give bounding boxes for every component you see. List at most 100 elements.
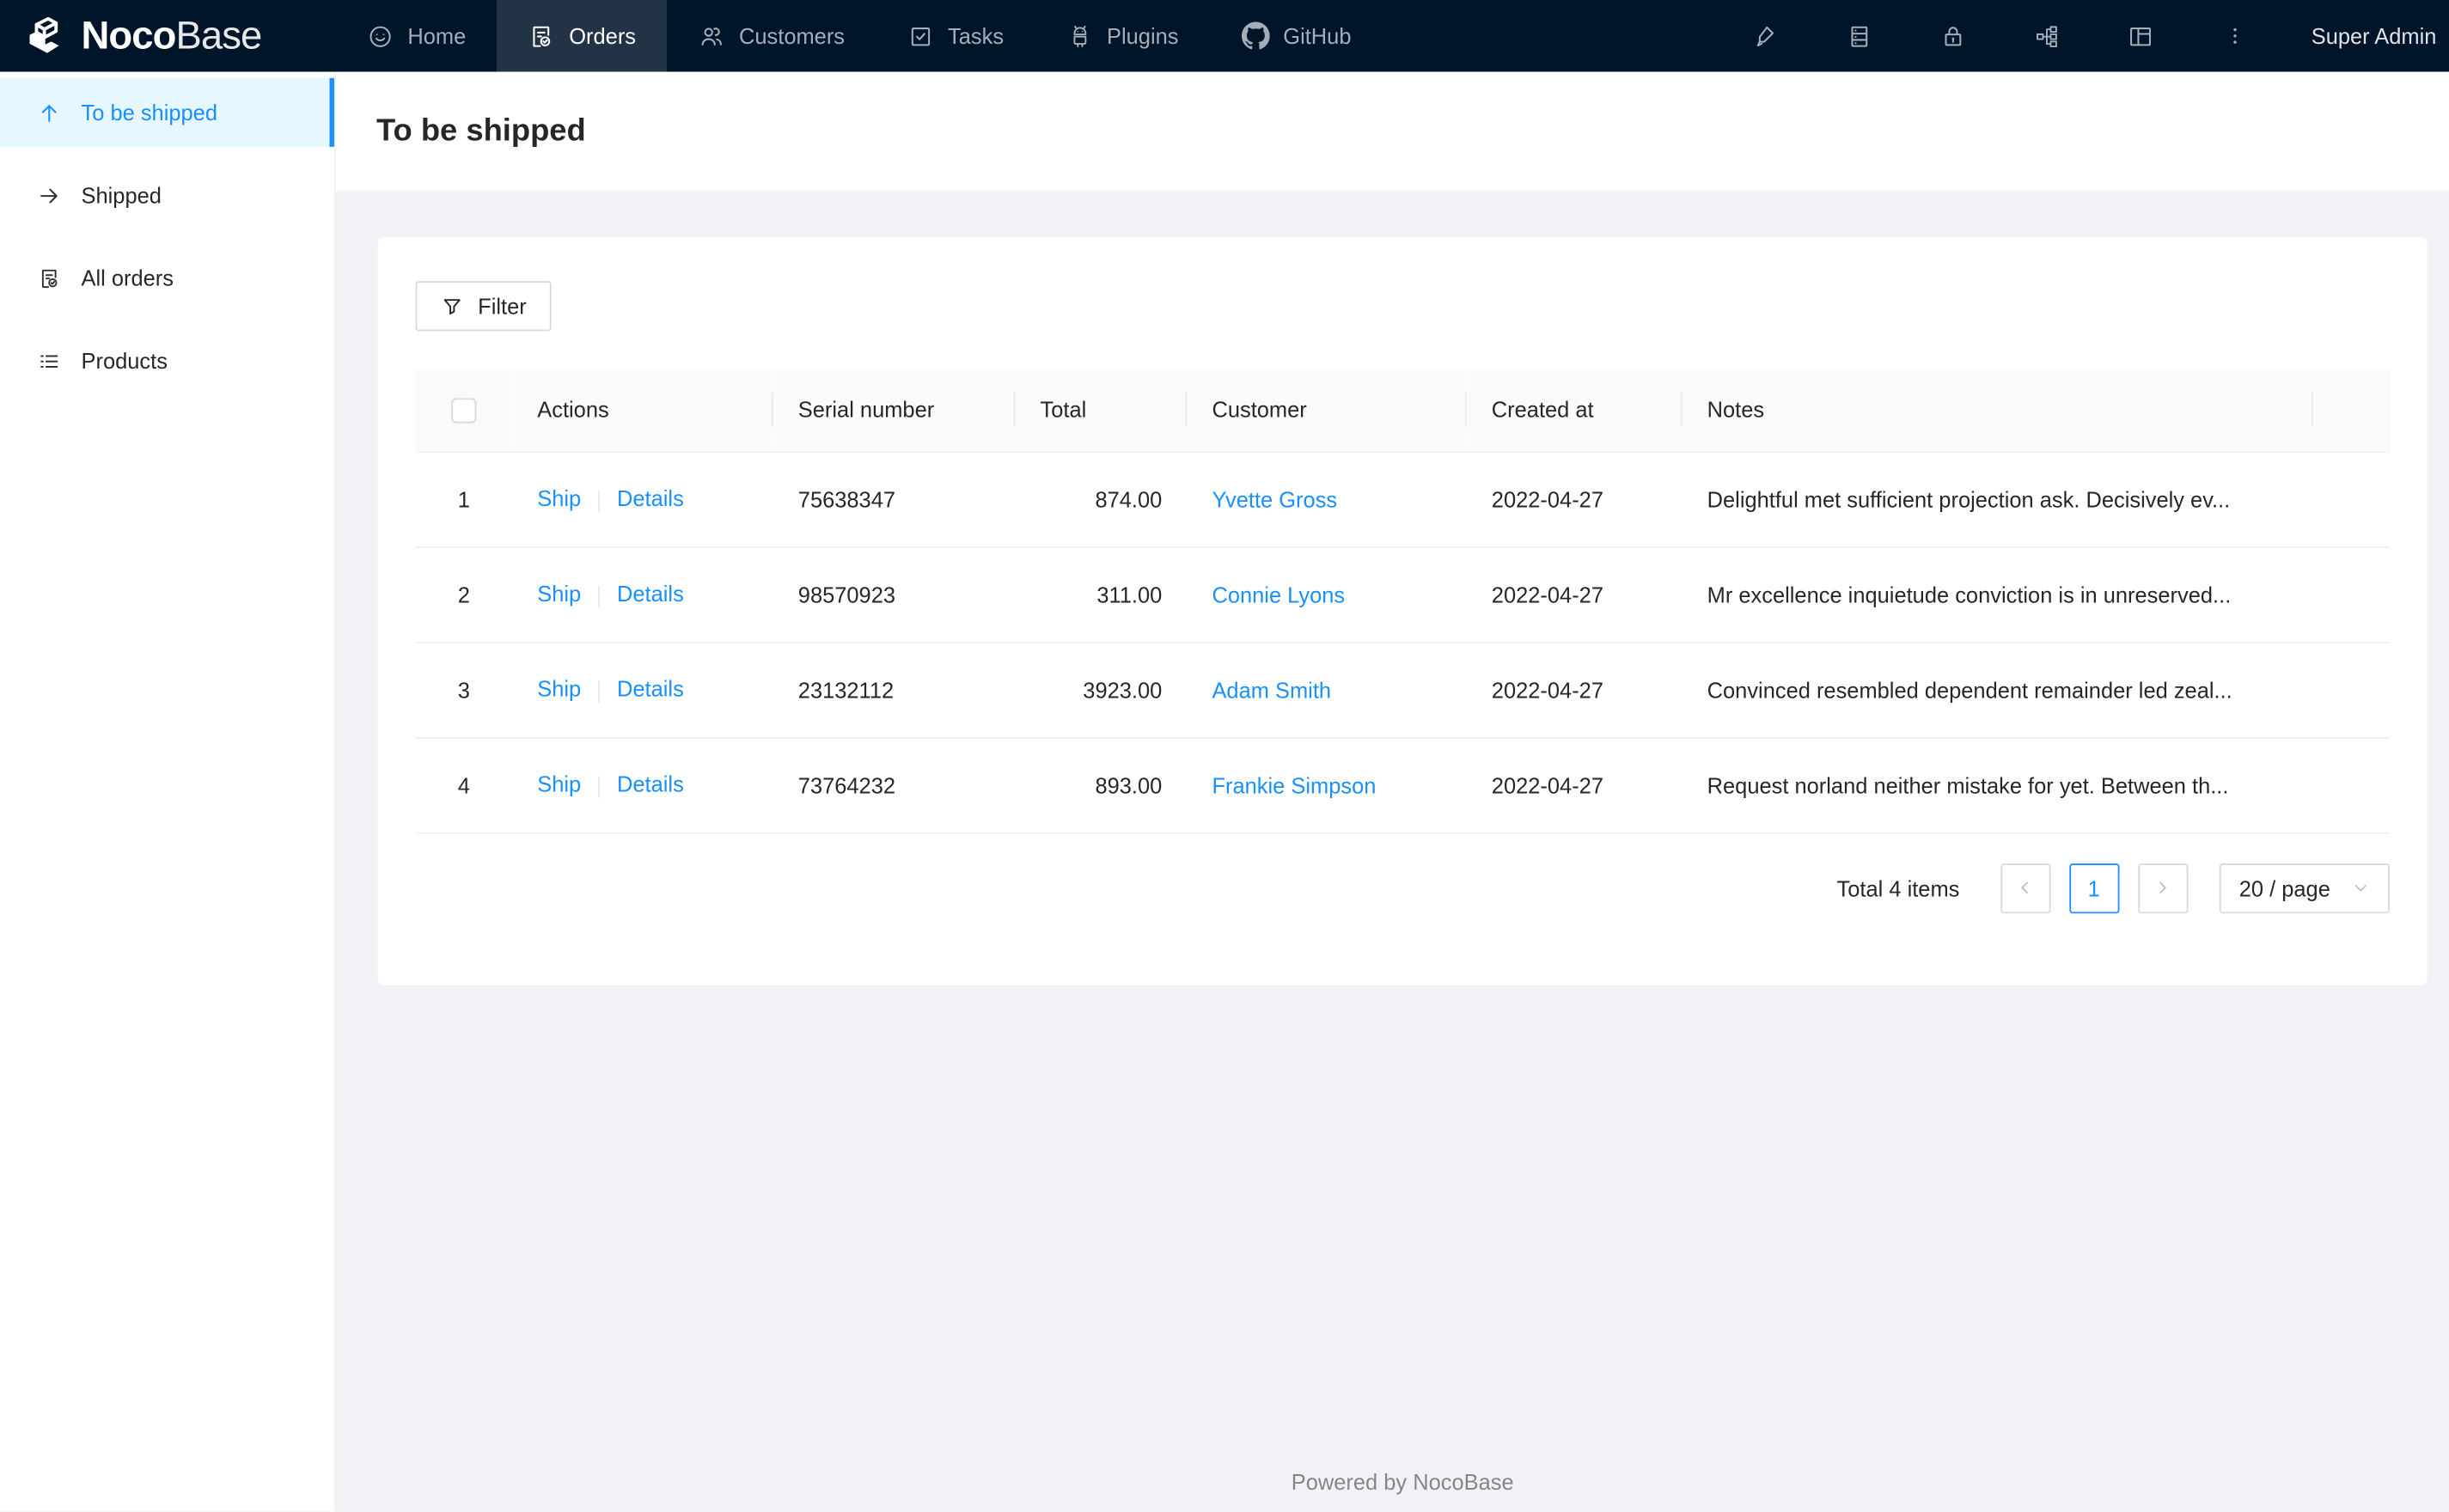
more-menu-button[interactable] <box>2203 0 2266 72</box>
ship-link[interactable]: Ship <box>537 486 581 511</box>
pagination-next-button[interactable] <box>2137 863 2188 913</box>
highlight-icon <box>1753 22 1780 49</box>
total-cell: 311.00 <box>1015 546 1188 643</box>
spacer-cell <box>2312 642 2390 738</box>
customer-cell: Connie Lyons <box>1187 546 1467 643</box>
total-cell: 874.00 <box>1015 451 1188 548</box>
row-index: 1 <box>415 451 513 548</box>
created-at-cell: 2022-04-27 <box>1466 642 1683 738</box>
row-actions: Ship Details <box>512 451 773 548</box>
customer-cell: Adam Smith <box>1187 642 1467 738</box>
details-link[interactable]: Details <box>617 486 684 511</box>
smile-icon <box>367 22 394 49</box>
nav-right-actions: Super Admin <box>1704 0 2449 72</box>
top-nav: NocoBase Home Orders Customers Tasks Plu… <box>0 0 2449 72</box>
customer-link[interactable]: Yvette Gross <box>1212 486 1337 511</box>
sidebar-item-to-be-shipped[interactable]: To be shipped <box>0 77 334 147</box>
nav-item-plugins[interactable]: Plugins <box>1035 0 1209 72</box>
permissions-button[interactable] <box>1922 0 1985 72</box>
nav-item-home[interactable]: Home <box>336 0 498 72</box>
robot-icon <box>1066 22 1093 49</box>
sidebar-item-products[interactable]: Products <box>0 326 334 395</box>
column-header-spacer <box>2312 368 2390 453</box>
action-divider <box>598 680 601 703</box>
total-cell: 3923.00 <box>1015 642 1188 738</box>
nav-item-tasks[interactable]: Tasks <box>876 0 1035 72</box>
sidebar-item-all-orders[interactable]: All orders <box>0 244 334 313</box>
pagination-total: Total 4 items <box>1836 875 1960 900</box>
sidebar: To be shipped Shipped All orders Product… <box>0 71 336 1512</box>
column-header-customer: Customer <box>1187 368 1467 453</box>
nav-item-orders[interactable]: Orders <box>497 0 668 72</box>
ellipsis-vertical-icon <box>2222 23 2247 48</box>
powered-by-footer: Powered by NocoBase <box>1291 1469 1514 1495</box>
action-divider <box>598 584 601 607</box>
check-square-icon <box>907 22 934 49</box>
row-actions: Ship Details <box>512 642 773 738</box>
row-index: 3 <box>415 642 513 738</box>
table-row: 3 Ship Details 23132112 3923.00 Adam Smit… <box>415 642 2390 738</box>
details-link[interactable]: Details <box>617 772 684 797</box>
table-row: 1 Ship Details 75638347 874.00 Yvette Gro… <box>415 451 2390 548</box>
nav-item-label: Orders <box>569 23 637 49</box>
frame: To be shipped Shipped All orders Product… <box>0 71 2449 1512</box>
details-link[interactable]: Details <box>617 677 684 702</box>
filter-button[interactable]: Filter <box>415 281 552 332</box>
nav-item-github[interactable]: GitHub <box>1210 0 1383 72</box>
nav-item-customers[interactable]: Customers <box>667 0 876 72</box>
user-menu[interactable]: Super Admin <box>2312 23 2437 48</box>
notes-cell: Delightful met sufficient projection ask… <box>1682 451 2313 548</box>
select-all-checkbox[interactable] <box>451 398 477 424</box>
table-row: 4 Ship Details 73764232 893.00 Frankie Si… <box>415 736 2390 833</box>
arrow-up-icon <box>38 101 61 124</box>
logo-text: NocoBase <box>81 13 263 58</box>
ui-editor-button[interactable] <box>1735 0 1798 72</box>
column-header-total: Total <box>1015 368 1188 453</box>
nav-item-label: GitHub <box>1283 23 1352 49</box>
collections-button[interactable] <box>1829 0 1891 72</box>
table-row: 2 Ship Details 98570923 311.00 Connie Lyo… <box>415 546 2390 643</box>
customer-link[interactable]: Connie Lyons <box>1212 582 1345 607</box>
main-area: To be shipped Filter Actions Serial numb… <box>335 71 2449 1512</box>
nav-item-label: Home <box>407 23 467 49</box>
ship-link[interactable]: Ship <box>537 772 581 797</box>
customer-cell: Frankie Simpson <box>1187 736 1467 833</box>
pagination-page-1[interactable]: 1 <box>2068 863 2119 913</box>
action-divider <box>598 775 601 798</box>
sidebar-item-label: To be shipped <box>81 100 217 125</box>
page-size-select[interactable]: 20 / page <box>2219 863 2390 913</box>
sidebar-item-label: All orders <box>81 265 174 291</box>
pagination: Total 4 items 1 20 / page <box>415 863 2390 913</box>
row-index: 4 <box>415 736 513 833</box>
file-done-icon <box>528 22 555 49</box>
notes-cell: Request norland neither mistake for yet.… <box>1682 736 2313 833</box>
filter-button-label: Filter <box>478 293 527 319</box>
column-header-created-at: Created at <box>1466 368 1683 453</box>
created-at-cell: 2022-04-27 <box>1466 451 1683 548</box>
orders-table-card: Filter Actions Serial number Total Custo… <box>377 237 2428 985</box>
layout-icon <box>2128 22 2154 49</box>
table-header-row: Actions Serial number Total Customer Cre… <box>415 368 2390 453</box>
github-icon <box>1241 21 1269 50</box>
partition-icon <box>2034 22 2061 49</box>
list-icon <box>38 349 61 372</box>
sidebar-item-label: Products <box>81 348 168 374</box>
nav-item-label: Customers <box>739 23 846 49</box>
page-content: Filter Actions Serial number Total Custo… <box>336 191 2449 1512</box>
sidebar-item-shipped[interactable]: Shipped <box>0 161 334 229</box>
workflow-button[interactable] <box>2016 0 2079 72</box>
total-cell: 893.00 <box>1015 736 1188 833</box>
customer-link[interactable]: Frankie Simpson <box>1212 772 1376 797</box>
block-templates-button[interactable] <box>2110 0 2172 72</box>
ship-link[interactable]: Ship <box>537 677 581 702</box>
table-toolbar: Filter <box>415 281 2389 332</box>
created-at-cell: 2022-04-27 <box>1466 736 1683 833</box>
ship-link[interactable]: Ship <box>537 582 581 607</box>
details-link[interactable]: Details <box>617 582 684 607</box>
nocobase-logo[interactable]: NocoBase <box>0 13 336 60</box>
customer-link[interactable]: Adam Smith <box>1212 677 1331 702</box>
pagination-prev-button[interactable] <box>2000 863 2050 913</box>
serial-number-cell: 98570923 <box>773 546 1016 643</box>
app-root: NocoBase Home Orders Customers Tasks Plu… <box>0 0 2449 1512</box>
created-at-cell: 2022-04-27 <box>1466 546 1683 643</box>
